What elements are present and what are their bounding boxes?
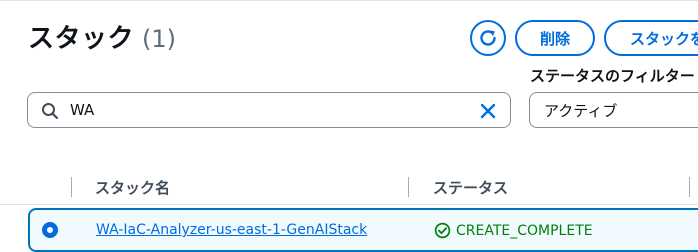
status-text: CREATE_COMPLETE [456,222,593,239]
column-header-status[interactable]: ステータス [433,177,508,198]
check-circle-icon [434,222,451,239]
row-radio-selected[interactable] [42,222,58,238]
stack-name-link[interactable]: WA-IaC-Analyzer-us-east-1-GenAIStack [96,222,367,238]
status-cell: CREATE_COMPLETE [434,222,593,239]
column-header-stack-name[interactable]: スタック名 [95,177,170,198]
top-border [0,0,698,1]
refresh-icon [480,30,496,46]
search-icon [42,103,59,120]
create-stack-button[interactable]: スタックを [604,20,698,56]
search-value: WA [70,101,95,119]
status-filter-select[interactable]: アクティブ [529,92,698,128]
delete-button[interactable]: 削除 [515,20,595,56]
column-divider[interactable] [689,177,690,197]
column-divider[interactable] [71,177,72,197]
status-filter-value: アクティブ [544,102,618,120]
table-row[interactable]: WA-IaC-Analyzer-us-east-1-GenAIStack CRE… [28,208,698,252]
page-title-text: スタック [28,24,135,54]
header-divider [0,204,698,205]
stack-count: (1) [142,25,177,53]
search-input[interactable]: WA [27,92,511,128]
table-header: スタック名 ステータス [0,170,698,202]
status-filter-label: ステータスのフィルター [530,67,695,85]
page-title: スタック (1) [28,18,176,58]
column-divider[interactable] [408,177,409,197]
close-icon[interactable] [478,101,498,121]
refresh-button[interactable] [470,20,506,56]
